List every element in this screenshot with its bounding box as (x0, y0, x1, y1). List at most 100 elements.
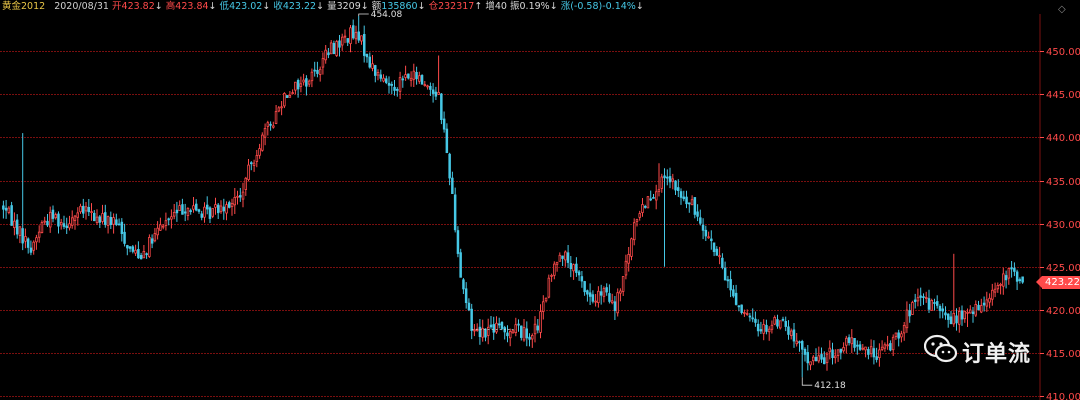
candle (365, 53, 369, 63)
candle (960, 305, 964, 326)
candle-body (795, 340, 799, 345)
candle (170, 209, 173, 229)
candle-body (960, 310, 964, 320)
candle-body (470, 308, 473, 331)
candle-body (478, 326, 482, 338)
candle (60, 218, 63, 230)
candle-body (175, 209, 179, 214)
candle (318, 66, 322, 82)
candle-body (423, 84, 427, 86)
open-interest-label: 仓 (428, 1, 439, 12)
candle-body (60, 221, 63, 226)
candle-body (437, 92, 440, 95)
candle (759, 321, 763, 334)
candle-body (663, 175, 666, 179)
candle (748, 313, 752, 322)
candle-body (261, 134, 264, 151)
candles (2, 16, 1024, 378)
candle (781, 316, 785, 322)
candle-body (558, 254, 562, 262)
candle (263, 123, 267, 146)
candle-body (801, 340, 804, 350)
candle (7, 206, 11, 215)
candle-body (737, 305, 741, 308)
candle-body (781, 318, 785, 321)
candle-body (880, 346, 884, 350)
candle-body (230, 203, 234, 207)
candle-body (324, 49, 327, 61)
candle (379, 69, 382, 82)
candle-body (949, 316, 953, 325)
candle (566, 245, 570, 268)
candle-body (412, 70, 416, 80)
candle-body (390, 84, 393, 86)
candle-body (68, 223, 71, 229)
candle-body (318, 68, 322, 75)
candle-body (696, 211, 699, 217)
candle-body (90, 211, 93, 214)
candle-body (847, 337, 851, 344)
candle (679, 188, 683, 205)
candle (633, 218, 636, 246)
candle (368, 52, 371, 69)
candle-body (49, 211, 52, 228)
candle-body (407, 73, 410, 79)
candle (104, 204, 107, 228)
candle (619, 288, 622, 302)
candle (18, 226, 22, 244)
candle (787, 320, 790, 340)
candle-body (564, 251, 567, 261)
candle (927, 289, 931, 313)
candle-body (544, 297, 548, 302)
candle-body (440, 93, 443, 121)
candle (707, 231, 710, 239)
candle-body (938, 305, 942, 311)
candle (437, 55, 440, 95)
candle (666, 169, 669, 186)
candle (660, 173, 664, 193)
candle-body (536, 325, 540, 331)
candle (803, 347, 807, 362)
candle-body (236, 195, 239, 198)
candle (682, 190, 686, 202)
candle (553, 261, 556, 280)
candle-body (167, 218, 170, 221)
candle-body (73, 215, 77, 221)
candle-body (192, 205, 195, 210)
candle (621, 276, 625, 296)
candle-body (823, 357, 826, 365)
candle (657, 163, 661, 197)
candle-body (779, 320, 782, 329)
candle (26, 237, 30, 254)
candle (765, 319, 768, 335)
amplitude-label: 振 (509, 1, 520, 12)
settings-corner-icon[interactable]: ◇ (1058, 4, 1066, 15)
candle (872, 340, 876, 365)
candle (583, 280, 586, 296)
candle (784, 316, 788, 332)
candle (351, 19, 355, 40)
candle (869, 339, 873, 358)
candle (864, 346, 867, 358)
candle-body (591, 294, 595, 302)
candle (894, 332, 898, 340)
candle-body (608, 293, 611, 302)
candle (561, 255, 564, 266)
candle (197, 208, 201, 214)
symbol-label: 黄金2012 (2, 1, 46, 12)
amount-arrow: ↓ (417, 1, 426, 12)
candlestick-chart[interactable]: 454.08412.18 410.00 415.00 420.00 425.00 430… (0, 0, 1080, 400)
candle (277, 106, 281, 113)
candle (922, 293, 925, 305)
candle-body (955, 315, 958, 324)
candle-body (751, 317, 754, 320)
candle-body (429, 86, 432, 90)
candle (508, 328, 512, 347)
candle-body (401, 78, 405, 81)
candle-body (296, 80, 300, 90)
candle (588, 283, 592, 305)
candle (139, 252, 143, 260)
candle-body (335, 41, 338, 56)
candle-body (277, 107, 281, 112)
candle-body (294, 81, 297, 91)
